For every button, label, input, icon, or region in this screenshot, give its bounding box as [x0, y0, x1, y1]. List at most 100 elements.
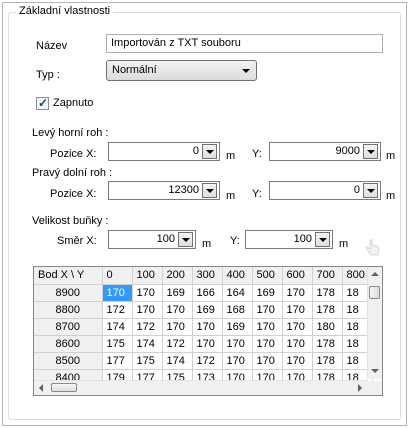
top-left-x-unit: m: [226, 150, 236, 162]
grid-cell[interactable]: 170: [282, 352, 313, 370]
top-left-label: Levý horní roh :: [32, 127, 109, 139]
grid-cell[interactable]: 170: [162, 318, 193, 336]
top-left-x-value: 0: [192, 145, 199, 157]
grid-cell[interactable]: 172: [102, 301, 133, 319]
cell-size-y-value: 100: [293, 233, 312, 245]
grid-cell[interactable]: 169: [162, 284, 193, 302]
top-left-y-input[interactable]: 9000: [269, 142, 381, 161]
grid-column-header[interactable]: 700: [312, 267, 343, 285]
grid-cell[interactable]: 170: [162, 301, 193, 319]
grid-row-header[interactable]: 8500: [34, 352, 103, 370]
name-label: Název: [36, 40, 68, 52]
grid-cell[interactable]: 170: [282, 284, 313, 302]
grid-column-header[interactable]: 300: [192, 267, 223, 285]
grid-column-header[interactable]: 200: [162, 267, 193, 285]
grid-cell[interactable]: 170: [192, 335, 223, 353]
grid-cell[interactable]: 172: [192, 352, 223, 370]
scroll-up-icon[interactable]: [371, 272, 379, 276]
grid-cell[interactable]: 178: [312, 352, 343, 370]
enabled-checkbox[interactable]: ✓: [36, 96, 49, 110]
bottom-right-label: Pravý dolní roh :: [32, 167, 113, 179]
grid-cell[interactable]: 170: [102, 284, 133, 302]
vertical-scroll-thumb[interactable]: [369, 286, 380, 299]
type-select-value: Normální: [112, 64, 157, 76]
grid-cell[interactable]: 170: [282, 301, 313, 319]
grid-column-header[interactable]: 500: [252, 267, 283, 285]
top-left-x-label: Pozice X:: [50, 148, 97, 160]
grid-row-header[interactable]: 8900: [34, 284, 103, 302]
grid-cell[interactable]: 178: [312, 335, 343, 353]
dropdown-arrow-icon[interactable]: [178, 232, 193, 247]
grid-cell[interactable]: 170: [252, 335, 283, 353]
dropdown-arrow-icon[interactable]: [315, 232, 330, 247]
grid-row-header[interactable]: 8700: [34, 318, 103, 336]
grid-cell[interactable]: 178: [312, 301, 343, 319]
grid-cell[interactable]: 170: [282, 335, 313, 353]
grid-cell[interactable]: 174: [162, 352, 193, 370]
dropdown-arrow-icon[interactable]: [202, 183, 217, 198]
grid-cell[interactable]: 170: [132, 284, 163, 302]
pointer-hand-icon: [365, 239, 380, 256]
cell-size-x-label: Směr X:: [57, 235, 97, 247]
grid-cell[interactable]: 164: [222, 284, 253, 302]
table-row: 8700 174 172 170 170 169 170 170 180 18: [34, 318, 373, 336]
grid-cell[interactable]: 170: [252, 301, 283, 319]
bottom-right-y-label: Y:: [252, 188, 262, 200]
grid-cell[interactable]: 175: [102, 335, 133, 353]
grid-cell[interactable]: 178: [312, 284, 343, 302]
vertical-scrollbar[interactable]: [367, 267, 382, 379]
grid-cell[interactable]: 166: [192, 284, 223, 302]
grid-cell[interactable]: 174: [102, 318, 133, 336]
chevron-down-icon: [242, 69, 250, 73]
grid-row-header[interactable]: 8800: [34, 301, 103, 319]
scroll-left-icon[interactable]: [39, 384, 43, 392]
bottom-right-x-input[interactable]: 12300: [108, 181, 220, 200]
grid-column-header[interactable]: 0: [102, 267, 133, 285]
grid-column-header[interactable]: 100: [132, 267, 163, 285]
grid-header-row: Bod X \ Y 0 100 200 300 400 500 600 700 800: [34, 267, 373, 285]
bottom-right-x-label: Pozice X:: [50, 188, 97, 200]
cell-size-x-input[interactable]: 100: [108, 230, 196, 249]
table-row: 8500 177 175 174 172 170 170 170 178 18: [34, 352, 373, 370]
bottom-right-x-value: 12300: [168, 184, 199, 196]
grid-cell[interactable]: 170: [132, 301, 163, 319]
table-row: 8600 175 174 172 170 170 170 170 178 18: [34, 335, 373, 353]
dropdown-arrow-icon[interactable]: [202, 144, 217, 159]
elevation-grid[interactable]: Bod X \ Y 0 100 200 300 400 500 600 700 800 8900…: [33, 266, 383, 396]
cell-size-y-unit: m: [339, 238, 349, 250]
grid-cell[interactable]: 172: [132, 318, 163, 336]
grid-cell[interactable]: 170: [252, 318, 283, 336]
top-left-x-input[interactable]: 0: [108, 142, 220, 161]
dropdown-arrow-icon[interactable]: [363, 183, 378, 198]
grid-column-header[interactable]: 400: [222, 267, 253, 285]
cell-size-y-input[interactable]: 100: [245, 230, 333, 249]
grid-cell[interactable]: 172: [162, 335, 193, 353]
name-input[interactable]: Importován z TXT souboru: [106, 34, 383, 53]
grid-column-header[interactable]: 600: [282, 267, 313, 285]
horizontal-scrollbar[interactable]: [34, 380, 368, 395]
grid-cell[interactable]: 180: [312, 318, 343, 336]
dropdown-arrow-icon[interactable]: [363, 144, 378, 159]
grid-row-header[interactable]: 8600: [34, 335, 103, 353]
grid-cell[interactable]: 170: [282, 318, 313, 336]
horizontal-scroll-thumb[interactable]: [51, 383, 77, 392]
grid-cell[interactable]: 170: [192, 318, 223, 336]
grid-cell[interactable]: 169: [192, 301, 223, 319]
scroll-right-icon[interactable]: [358, 384, 362, 392]
bottom-right-y-input[interactable]: 0: [269, 181, 381, 200]
scroll-down-icon[interactable]: [371, 369, 379, 373]
grid-cell[interactable]: 169: [252, 284, 283, 302]
group-title: Základní vlastnosti: [16, 5, 114, 17]
grid-cell[interactable]: 175: [132, 352, 163, 370]
grid-cell[interactable]: 168: [222, 301, 253, 319]
grid-cell[interactable]: 170: [222, 352, 253, 370]
grid-cell[interactable]: 170: [222, 335, 253, 353]
grid-cell[interactable]: 174: [132, 335, 163, 353]
top-left-y-label: Y:: [252, 148, 262, 160]
grid-cell[interactable]: 169: [222, 318, 253, 336]
grid-cell[interactable]: 170: [252, 352, 283, 370]
type-label: Typ :: [36, 69, 60, 81]
type-select[interactable]: Normální: [106, 60, 257, 81]
grid-cell[interactable]: 177: [102, 352, 133, 370]
cell-size-x-value: 100: [156, 233, 175, 245]
